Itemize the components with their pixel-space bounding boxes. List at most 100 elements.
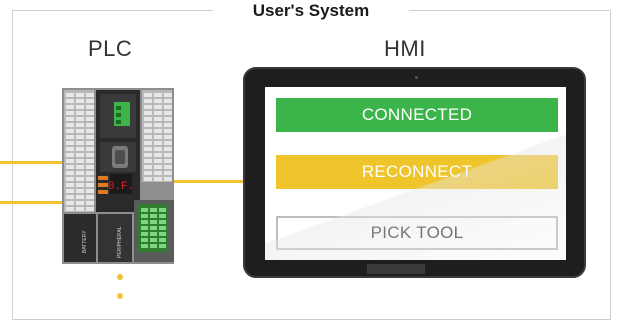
terminal-screw	[86, 111, 94, 115]
terminal-screw	[66, 159, 74, 163]
terminal-screw	[66, 129, 74, 133]
terminal-screw	[164, 93, 172, 97]
plc-label: PLC	[88, 36, 133, 61]
terminal-screw	[76, 147, 84, 151]
terminal-screw	[159, 214, 166, 218]
battery-slot-label: BATTERY	[82, 230, 88, 253]
green-terminal-block	[141, 208, 166, 248]
terminal-screw	[66, 153, 74, 157]
terminal-screw	[86, 201, 94, 205]
terminal-screw	[66, 177, 74, 181]
terminal-screw	[141, 238, 148, 242]
terminal-screw	[76, 177, 84, 181]
right-terminal-block	[144, 93, 172, 181]
terminal-screw	[76, 99, 84, 103]
reconnect-button[interactable]: RECONNECT	[276, 155, 558, 189]
terminal-screw	[86, 129, 94, 133]
terminal-screw	[154, 105, 162, 109]
terminal-screw	[164, 117, 172, 121]
terminal-screw	[159, 238, 166, 242]
terminal-screw	[144, 177, 152, 181]
terminal-screw	[159, 232, 166, 236]
connector-dot-1	[117, 274, 123, 280]
terminal-screw	[154, 111, 162, 115]
terminal-screw	[86, 147, 94, 151]
terminal-screw	[154, 93, 162, 97]
terminal-screw	[159, 220, 166, 224]
terminal-screw	[150, 214, 157, 218]
terminal-screw	[66, 117, 74, 121]
terminal-screw	[76, 123, 84, 127]
terminal-screw	[86, 189, 94, 193]
input-wire-1	[0, 161, 66, 164]
terminal-screw	[144, 117, 152, 121]
terminal-screw	[144, 159, 152, 163]
connected-button[interactable]: CONNECTED	[276, 98, 558, 132]
terminal-screw	[86, 207, 94, 211]
tablet-stand	[367, 264, 425, 274]
hmi-label: HMI	[384, 36, 426, 61]
plc-hmi-link-wire	[174, 180, 244, 183]
terminal-screw	[144, 153, 152, 157]
input-wire-2	[0, 201, 66, 204]
terminal-screw	[66, 135, 74, 139]
terminal-screw	[144, 165, 152, 169]
pick-tool-button[interactable]: PICK TOOL	[276, 216, 558, 250]
hmi-tablet: CONNECTED RECONNECT PICK TOOL	[243, 67, 586, 278]
hmi-screen: CONNECTED RECONNECT PICK TOOL	[265, 87, 566, 260]
terminal-screw	[154, 135, 162, 139]
terminal-screw	[66, 93, 74, 97]
terminal-screw	[154, 165, 162, 169]
terminal-screw	[86, 159, 94, 163]
terminal-screw	[154, 117, 162, 121]
terminal-screw	[66, 99, 74, 103]
terminal-screw	[86, 153, 94, 157]
terminal-screw	[66, 105, 74, 109]
terminal-screw	[141, 244, 148, 248]
terminal-screw	[86, 99, 94, 103]
terminal-screw	[164, 171, 172, 175]
terminal-screw	[144, 171, 152, 175]
connector-dot-2	[117, 293, 123, 299]
terminal-screw	[150, 232, 157, 236]
terminal-screw	[76, 105, 84, 109]
terminal-screw	[144, 111, 152, 115]
terminal-screw	[76, 117, 84, 121]
terminal-screw	[66, 111, 74, 115]
terminal-screw	[164, 105, 172, 109]
terminal-screw	[66, 207, 74, 211]
terminal-screw	[66, 183, 74, 187]
terminal-screw	[66, 147, 74, 151]
system-title: User's System	[213, 0, 409, 22]
terminal-screw	[150, 244, 157, 248]
terminal-screw	[144, 123, 152, 127]
terminal-screw	[164, 159, 172, 163]
terminal-screw	[66, 123, 74, 127]
terminal-screw	[141, 226, 148, 230]
terminal-screw	[144, 105, 152, 109]
terminal-screw	[76, 141, 84, 145]
terminal-screw	[154, 159, 162, 163]
terminal-screw	[66, 201, 74, 205]
terminal-screw	[141, 214, 148, 218]
terminal-screw	[154, 141, 162, 145]
terminal-screw	[86, 165, 94, 169]
terminal-screw	[141, 208, 148, 212]
terminal-screw	[76, 135, 84, 139]
terminal-screw	[86, 105, 94, 109]
terminal-screw	[164, 129, 172, 133]
plc-device: 0.F. BATTERY PERIPHERAL	[62, 88, 174, 264]
terminal-screw	[144, 99, 152, 103]
terminal-screw	[86, 177, 94, 181]
terminal-screw	[164, 165, 172, 169]
terminal-screw	[76, 129, 84, 133]
terminal-screw	[144, 135, 152, 139]
terminal-screw	[164, 123, 172, 127]
terminal-screw	[66, 171, 74, 175]
terminal-screw	[66, 165, 74, 169]
terminal-screw	[66, 189, 74, 193]
terminal-screw	[86, 123, 94, 127]
terminal-screw	[86, 195, 94, 199]
terminal-screw	[66, 141, 74, 145]
terminal-screw	[76, 93, 84, 97]
